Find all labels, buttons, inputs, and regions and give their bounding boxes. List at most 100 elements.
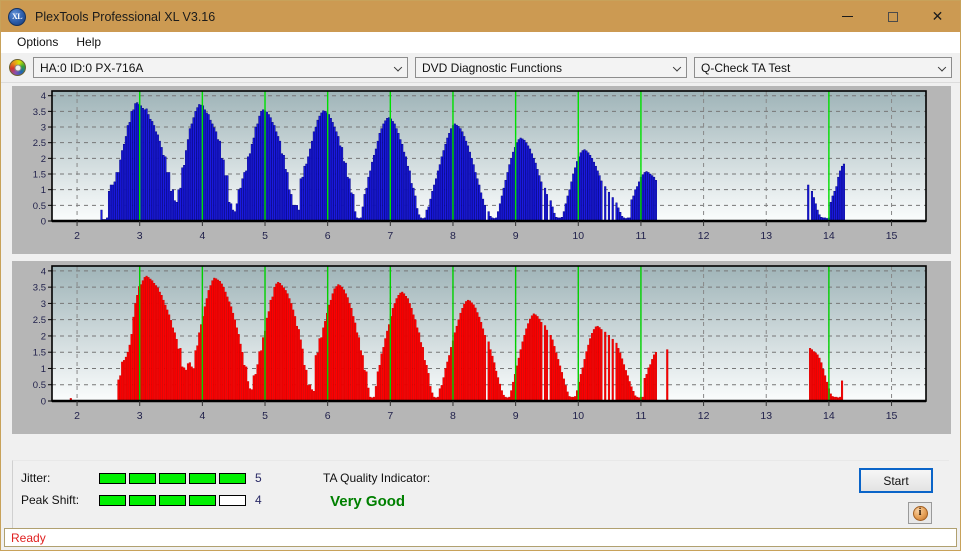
svg-text:8: 8 xyxy=(450,230,456,242)
chevron-down-icon xyxy=(673,63,681,71)
status-text: Ready xyxy=(11,531,46,545)
svg-text:11: 11 xyxy=(635,410,646,422)
svg-text:0.5: 0.5 xyxy=(33,201,46,212)
peak-shift-label: Peak Shift: xyxy=(21,493,99,507)
jitter-value: 5 xyxy=(255,471,262,485)
meter-block xyxy=(99,473,126,484)
meter-block xyxy=(159,495,186,506)
function-select-value: DVD Diagnostic Functions xyxy=(422,61,562,75)
svg-text:4: 4 xyxy=(199,230,205,242)
close-button[interactable]: ✕ xyxy=(915,1,960,32)
window-controls: ✕ xyxy=(825,1,960,32)
window-title: PlexTools Professional XL V3.16 xyxy=(35,10,215,24)
svg-text:5: 5 xyxy=(262,410,268,422)
meter-block xyxy=(129,495,156,506)
meter-block xyxy=(99,495,126,506)
svg-text:10: 10 xyxy=(572,410,584,422)
xl-disc-icon: XL xyxy=(8,8,26,26)
svg-text:9: 9 xyxy=(513,410,519,422)
jitter-chart-panel: 00.511.522.533.5423456789101112131415 xyxy=(12,86,949,254)
svg-text:12: 12 xyxy=(698,410,710,422)
meter-block xyxy=(159,473,186,484)
svg-text:3.5: 3.5 xyxy=(33,283,46,294)
svg-text:3: 3 xyxy=(41,123,46,134)
close-icon: ✕ xyxy=(932,10,944,24)
maximize-icon xyxy=(888,12,898,22)
selector-toolbar: HA:0 ID:0 PX-716A DVD Diagnostic Functio… xyxy=(1,53,960,83)
info-button[interactable]: i xyxy=(908,502,932,524)
svg-text:4: 4 xyxy=(41,91,46,102)
svg-text:10: 10 xyxy=(572,230,584,242)
ta-quality-label: TA Quality Indicator: xyxy=(323,471,430,485)
svg-text:3: 3 xyxy=(41,299,46,310)
minimize-icon xyxy=(842,16,853,17)
test-select[interactable]: Q-Check TA Test xyxy=(694,57,952,78)
svg-text:14: 14 xyxy=(823,230,835,242)
svg-text:8: 8 xyxy=(450,410,456,422)
svg-text:11: 11 xyxy=(635,230,646,242)
svg-text:0: 0 xyxy=(41,217,46,228)
jitter-label: Jitter: xyxy=(21,471,99,485)
peak-shift-chart-panel: 00.511.522.533.5423456789101112131415 xyxy=(12,261,949,434)
svg-text:3.5: 3.5 xyxy=(33,107,46,118)
svg-text:4: 4 xyxy=(199,410,205,422)
function-select[interactable]: DVD Diagnostic Functions xyxy=(415,57,687,78)
results-panel: Jitter: 5 Peak Shift: 4 TA Quality Indic… xyxy=(12,460,949,529)
svg-text:1.5: 1.5 xyxy=(33,348,46,359)
svg-text:6: 6 xyxy=(325,410,331,422)
status-bar: Ready xyxy=(4,528,957,547)
start-button[interactable]: Start xyxy=(860,469,932,492)
svg-text:0: 0 xyxy=(41,397,46,408)
svg-text:13: 13 xyxy=(760,410,772,422)
svg-text:0.5: 0.5 xyxy=(33,380,46,391)
svg-text:13: 13 xyxy=(760,230,772,242)
svg-text:2.5: 2.5 xyxy=(33,138,46,149)
chevron-down-icon xyxy=(394,63,402,71)
svg-text:7: 7 xyxy=(387,230,393,242)
svg-text:1: 1 xyxy=(41,364,46,375)
ta-quality-block: TA Quality Indicator: Very Good xyxy=(323,471,430,510)
info-icon: i xyxy=(913,506,928,521)
jitter-meter xyxy=(99,473,246,484)
menu-item-help[interactable]: Help xyxy=(68,34,109,50)
maximize-button[interactable] xyxy=(870,1,915,32)
svg-text:2: 2 xyxy=(41,331,46,342)
svg-text:2: 2 xyxy=(41,154,46,165)
peak-shift-value: 4 xyxy=(255,493,262,507)
peak-shift-chart: 00.511.522.533.5423456789101112131415 xyxy=(12,261,951,434)
meter-block xyxy=(219,495,246,506)
svg-text:9: 9 xyxy=(513,230,519,242)
svg-text:15: 15 xyxy=(886,410,898,422)
peak-shift-meter-row: Peak Shift: 4 xyxy=(21,493,262,507)
minimize-button[interactable] xyxy=(825,1,870,32)
svg-text:1: 1 xyxy=(41,185,46,196)
ta-quality-value: Very Good xyxy=(323,493,430,510)
svg-text:1.5: 1.5 xyxy=(33,170,46,181)
svg-text:3: 3 xyxy=(137,230,143,242)
meter-block xyxy=(189,473,216,484)
jitter-meter-row: Jitter: 5 xyxy=(21,471,262,485)
svg-text:14: 14 xyxy=(823,410,835,422)
drive-select[interactable]: HA:0 ID:0 PX-716A xyxy=(33,57,408,78)
svg-text:6: 6 xyxy=(325,230,331,242)
peak-shift-meter xyxy=(99,495,246,506)
svg-text:12: 12 xyxy=(698,230,710,242)
optical-disc-icon xyxy=(9,59,26,76)
menu-item-options[interactable]: Options xyxy=(9,34,66,50)
meter-block xyxy=(189,495,216,506)
meter-block xyxy=(129,473,156,484)
meter-block xyxy=(219,473,246,484)
svg-text:2.5: 2.5 xyxy=(33,315,46,326)
plextools-window: XL PlexTools Professional XL V3.16 ✕ Opt… xyxy=(0,0,961,551)
svg-text:15: 15 xyxy=(886,230,898,242)
drive-select-value: HA:0 ID:0 PX-716A xyxy=(40,61,143,75)
menu-bar: Options Help xyxy=(1,32,960,53)
svg-text:2: 2 xyxy=(74,410,80,422)
jitter-chart: 00.511.522.533.5423456789101112131415 xyxy=(12,86,951,254)
svg-text:3: 3 xyxy=(137,410,143,422)
svg-text:5: 5 xyxy=(262,230,268,242)
chevron-down-icon xyxy=(938,63,946,71)
title-bar: XL PlexTools Professional XL V3.16 ✕ xyxy=(1,1,960,32)
svg-text:4: 4 xyxy=(41,266,46,277)
test-select-value: Q-Check TA Test xyxy=(701,61,790,75)
